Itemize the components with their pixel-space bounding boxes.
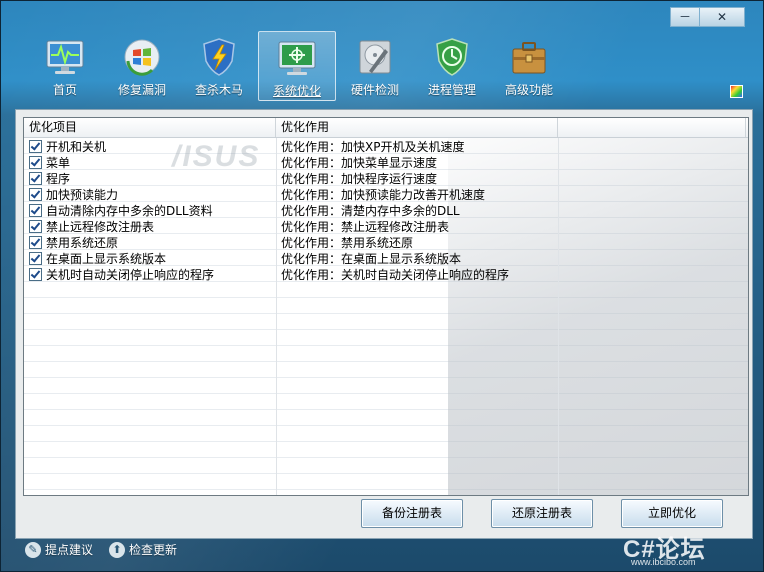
row-item-label: 加快预读能力	[46, 187, 119, 202]
row-checkbox[interactable]	[29, 203, 42, 217]
row-item-label: 禁止远程修改注册表	[46, 219, 155, 234]
restore-registry-button[interactable]: 还原注册表	[491, 499, 593, 528]
tab-label: 查杀木马	[194, 83, 243, 97]
tab-scan-trojan[interactable]: 查杀木马	[181, 31, 257, 99]
shield-lightning-icon	[203, 38, 235, 76]
row-effect-text: 优化作用：加快程序运行速度	[281, 171, 438, 186]
watermark-url: www.ibcibo.com	[631, 557, 696, 567]
row-checkbox[interactable]	[29, 139, 42, 153]
site-watermark: C#论坛 www.ibcibo.com	[623, 529, 706, 567]
row-effect-text: 优化作用：加快预读能力改善开机速度	[281, 187, 486, 202]
pencil-icon: ✎	[25, 541, 41, 558]
monitor-pulse-icon	[46, 40, 84, 74]
monitor-optimize-icon	[278, 41, 316, 75]
shield-clock-icon	[436, 38, 468, 76]
row-effect-text: 优化作用：在桌面上显示系统版本	[281, 251, 462, 266]
list-row[interactable]: 关机时自动关闭停止响应的程序 优化作用：关机时自动关闭停止响应的程序	[24, 266, 748, 282]
tab-process-manager[interactable]: 进程管理	[414, 31, 490, 99]
toolbox-icon	[512, 42, 546, 74]
list-row[interactable]: 开机和关机 优化作用：加快XP开机及关机速度	[24, 138, 748, 154]
row-checkbox[interactable]	[29, 235, 42, 249]
row-checkbox[interactable]	[29, 251, 42, 265]
optimize-list: /ISUS 优化项目 优化作用 开机和关机 优化作用：加快XP开机及关机速度 菜…	[23, 117, 749, 496]
row-item-label: 禁用系统还原	[46, 235, 119, 250]
row-effect-text: 优化作用：清楚内存中多余的DLL	[281, 203, 460, 218]
main-toolbar: 首页 修复漏洞 查杀木马 系统优化 硬件检测 进程管理 高级功能	[27, 31, 568, 101]
row-checkbox[interactable]	[29, 155, 42, 169]
list-row[interactable]: 加快预读能力 优化作用：加快预读能力改善开机速度	[24, 186, 748, 202]
row-item-label: 程序	[46, 171, 71, 186]
close-button[interactable]: ✕	[699, 7, 745, 27]
tab-repair-vulnerabilities[interactable]: 修复漏洞	[104, 31, 180, 99]
tab-advanced[interactable]: 高级功能	[491, 31, 567, 99]
list-row[interactable]: 菜单 优化作用：加快菜单显示速度	[24, 154, 748, 170]
list-row[interactable]: 禁止远程修改注册表 优化作用：禁止远程修改注册表	[24, 218, 748, 234]
row-effect-text: 优化作用：关机时自动关闭停止响应的程序	[281, 267, 510, 282]
tab-label: 进程管理	[427, 83, 476, 97]
update-label: 检查更新	[129, 543, 178, 557]
window-controls: － ✕	[670, 7, 745, 27]
tab-label: 修复漏洞	[117, 83, 166, 97]
row-effect-text: 优化作用：禁用系统还原	[281, 235, 414, 250]
minimize-button[interactable]: －	[670, 7, 700, 27]
column-header-empty	[558, 118, 746, 137]
footer-bar: ✎ 提点建议 ⬆ 检查更新	[25, 541, 193, 558]
row-effect-text: 优化作用：禁止远程修改注册表	[281, 219, 450, 234]
tab-label: 高级功能	[504, 83, 553, 97]
main-window: － ✕ 首页 修复漏洞 查杀木马 系统优化 硬件检测 进程管理 高级功能 /IS…	[0, 0, 764, 572]
skin-color-icon[interactable]	[730, 85, 743, 98]
windows-refresh-icon	[124, 39, 160, 76]
list-row[interactable]: 程序 优化作用：加快程序运行速度	[24, 170, 748, 186]
row-item-label: 在桌面上显示系统版本	[46, 251, 167, 266]
list-header: 优化项目 优化作用	[24, 118, 748, 138]
row-checkbox[interactable]	[29, 171, 42, 185]
tab-label: 系统优化	[272, 84, 321, 98]
row-item-label: 关机时自动关闭停止响应的程序	[46, 267, 215, 282]
row-item-label: 菜单	[46, 155, 71, 170]
suggest-link[interactable]: ✎ 提点建议	[25, 541, 93, 558]
row-effect-text: 优化作用：加快XP开机及关机速度	[281, 139, 465, 154]
row-effect-text: 优化作用：加快菜单显示速度	[281, 155, 438, 170]
tab-label: 首页	[52, 83, 77, 97]
backup-registry-button[interactable]: 备份注册表	[361, 499, 463, 528]
hdd-wrench-icon	[359, 40, 391, 74]
list-row[interactable]: 自动清除内存中多余的DLL资料 优化作用：清楚内存中多余的DLL	[24, 202, 748, 218]
column-header-item[interactable]: 优化项目	[24, 118, 276, 137]
list-rows: 开机和关机 优化作用：加快XP开机及关机速度 菜单 优化作用：加快菜单显示速度 …	[24, 138, 748, 282]
row-checkbox[interactable]	[29, 267, 42, 281]
optimize-panel: /ISUS 优化项目 优化作用 开机和关机 优化作用：加快XP开机及关机速度 菜…	[15, 109, 753, 539]
row-item-label: 自动清除内存中多余的DLL资料	[46, 203, 213, 218]
optimize-now-button[interactable]: 立即优化	[621, 499, 723, 528]
row-checkbox[interactable]	[29, 187, 42, 201]
list-row[interactable]: 禁用系统还原 优化作用：禁用系统还原	[24, 234, 748, 250]
tab-hardware-detect[interactable]: 硬件检测	[337, 31, 413, 99]
check-update-link[interactable]: ⬆ 检查更新	[109, 541, 177, 558]
list-row[interactable]: 在桌面上显示系统版本 优化作用：在桌面上显示系统版本	[24, 250, 748, 266]
arrow-up-icon: ⬆	[109, 541, 126, 558]
row-checkbox[interactable]	[29, 219, 42, 233]
suggest-label: 提点建议	[45, 543, 94, 557]
tab-system-optimize[interactable]: 系统优化	[258, 31, 336, 101]
column-header-effect[interactable]: 优化作用	[276, 118, 558, 137]
row-item-label: 开机和关机	[46, 139, 107, 154]
tab-label: 硬件检测	[350, 83, 399, 97]
tab-home[interactable]: 首页	[27, 31, 103, 99]
